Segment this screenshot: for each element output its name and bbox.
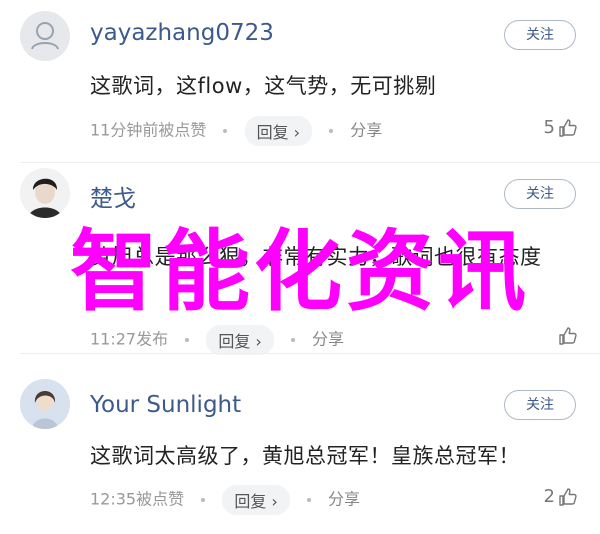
separator-dot [290,338,295,342]
thumbs-up-icon [559,327,577,345]
like-button[interactable]: 2 [544,486,578,507]
comment-time: 11分钟前被点赞 [90,120,207,140]
like-count: 5 [543,117,555,138]
thumbs-up-icon [559,118,577,137]
separator-dot [223,129,228,133]
follow-button[interactable]: 关注 [504,179,576,209]
user-photo-icon [20,168,70,218]
share-button[interactable]: 分享 [312,330,344,349]
avatar[interactable] [20,379,70,429]
avatar[interactable] [20,168,70,218]
reply-button[interactable]: 回复 › [222,485,290,515]
separator-dot [306,498,311,502]
follow-button[interactable]: 关注 [504,20,576,50]
separator-dot [185,338,190,342]
thumbs-up-icon [559,487,577,506]
comment-meta: 12:35被点赞 回复 › 分享 [90,485,360,515]
reply-button[interactable]: 回复 › [206,325,274,355]
comment-text: 黄旭总是那么狠，非常有实力，歌词也很有态度 [90,245,542,269]
divider [20,353,600,354]
comment-time: 11:27发布 [90,329,169,349]
comment-text: 这歌词太高级了，黄旭总冠军！皇族总冠军！ [90,444,520,468]
separator-dot [329,129,334,133]
share-button[interactable]: 分享 [350,121,382,140]
separator-dot [201,498,206,502]
comment-meta: 11:27发布 回复 › 分享 [90,325,344,355]
like-button[interactable]: 5 [544,117,578,138]
comment-item: yayazhang0723 关注 这歌词，这flow，这气势，无可挑剔 11分钟… [0,0,600,165]
comment-text: 这歌词，这flow，这气势，无可挑剔 [90,74,437,98]
username[interactable]: 楚戈 [90,179,136,213]
comment-meta: 11分钟前被点赞 回复 › 分享 [90,116,382,146]
avatar[interactable] [20,11,70,61]
username[interactable]: yayazhang0723 [90,20,274,46]
reply-button[interactable]: 回复 › [244,116,313,146]
default-avatar-icon [20,11,70,61]
comment-item: Your Sunlight 关注 这歌词太高级了，黄旭总冠军！皇族总冠军！ 12… [0,355,600,534]
comment-item: 楚戈 关注 黄旭总是那么狠，非常有实力，歌词也很有态度 11:27发布 回复 ›… [0,163,600,355]
follow-button[interactable]: 关注 [504,390,576,420]
share-button[interactable]: 分享 [328,490,360,509]
like-count: 2 [543,486,555,507]
like-button[interactable] [555,326,578,346]
username[interactable]: Your Sunlight [90,392,241,418]
comment-time: 12:35被点赞 [90,489,185,509]
user-photo-icon [20,379,70,429]
